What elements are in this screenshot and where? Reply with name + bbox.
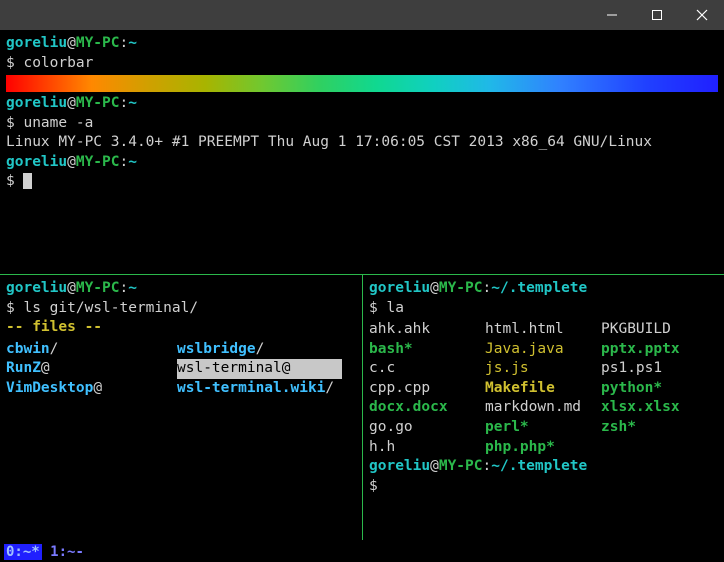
prompt-line: goreliu@MY-PC:~: [6, 153, 718, 173]
status-window-other[interactable]: 1:~-: [50, 544, 84, 560]
list-item: bash*: [369, 340, 477, 360]
list-item: PKGBUILD: [601, 320, 709, 340]
list-item: xlsx.xlsx: [601, 398, 709, 418]
ls-output: cbwin/RunZ@VimDesktop@ wslbridge/wsl-ter…: [6, 340, 356, 399]
prompt-line: goreliu@MY-PC:~: [6, 279, 356, 299]
list-item: c.c: [369, 359, 477, 379]
prompt-line: goreliu@MY-PC:~/.templete: [369, 457, 718, 477]
list-item[interactable]: wsl-terminal@: [177, 359, 342, 379]
list-item: zsh*: [601, 418, 709, 438]
close-button[interactable]: [679, 0, 724, 30]
list-item[interactable]: RunZ@: [6, 359, 171, 379]
list-item[interactable]: wsl-terminal.wiki/: [177, 379, 342, 399]
command-text: ls git/wsl-terminal/: [23, 300, 198, 316]
list-item: markdown.md: [485, 398, 593, 418]
list-item: Java.java: [485, 340, 593, 360]
uname-output: Linux MY-PC 3.4.0+ #1 PREEMPT Thu Aug 1 …: [6, 133, 718, 153]
command-line[interactable]: $: [369, 477, 718, 497]
split-container: goreliu@MY-PC:~ $ ls git/wsl-terminal/ -…: [0, 274, 724, 540]
window-titlebar: [0, 0, 724, 30]
ls-column: cbwin/RunZ@VimDesktop@: [6, 340, 171, 399]
list-item[interactable]: VimDesktop@: [6, 379, 171, 399]
status-window-active[interactable]: 0:~*: [4, 544, 42, 560]
list-item[interactable]: wslbridge/: [177, 340, 342, 360]
prompt-line: goreliu@MY-PC:~: [6, 94, 718, 114]
prompt-path: ~: [128, 35, 137, 51]
list-item: cpp.cpp: [369, 379, 477, 399]
la-column: html.htmlJava.javajs.jsMakefilemarkdown.…: [485, 320, 593, 457]
list-item: php.php*: [485, 438, 593, 458]
command-text: uname -a: [23, 115, 93, 131]
list-item: python*: [601, 379, 709, 399]
command-text: la: [386, 300, 403, 316]
la-output: ahk.ahkbash*c.ccpp.cppdocx.docxgo.goh.h …: [369, 320, 718, 457]
list-item: go.go: [369, 418, 477, 438]
list-item: perl*: [485, 418, 593, 438]
colorbar-output: [6, 75, 718, 92]
command-line: $ colorbar: [6, 54, 718, 74]
terminal-right-pane[interactable]: goreliu@MY-PC:~/.templete $ la ahk.ahkba…: [362, 275, 724, 540]
prompt-user: goreliu: [6, 35, 67, 51]
prompt-host: MY-PC: [76, 35, 120, 51]
files-label: -- files --: [6, 318, 356, 338]
la-column: ahk.ahkbash*c.ccpp.cppdocx.docxgo.goh.h: [369, 320, 477, 457]
terminal-left-pane[interactable]: goreliu@MY-PC:~ $ ls git/wsl-terminal/ -…: [0, 275, 362, 540]
list-item[interactable]: cbwin/: [6, 340, 171, 360]
command-text: colorbar: [23, 55, 93, 71]
command-line[interactable]: $: [6, 172, 718, 192]
minimize-button[interactable]: [589, 0, 634, 30]
tmux-statusbar[interactable]: 0:~* 1:~-: [0, 542, 724, 562]
ls-column: wslbridge/wsl-terminal@wsl-terminal.wiki…: [177, 340, 342, 399]
list-item: ps1.ps1: [601, 359, 709, 379]
command-line: $ uname -a: [6, 114, 718, 134]
list-item: js.js: [485, 359, 593, 379]
la-column: PKGBUILDpptx.pptxps1.ps1python*xlsx.xlsx…: [601, 320, 709, 457]
prompt-line: goreliu@MY-PC:~: [6, 34, 718, 54]
list-item: ahk.ahk: [369, 320, 477, 340]
command-line: $ la: [369, 299, 718, 319]
list-item: html.html: [485, 320, 593, 340]
maximize-button[interactable]: [634, 0, 679, 30]
list-item: h.h: [369, 438, 477, 458]
list-item: docx.docx: [369, 398, 477, 418]
cursor-icon: [23, 173, 32, 189]
list-item: pptx.pptx: [601, 340, 709, 360]
command-line: $ ls git/wsl-terminal/: [6, 299, 356, 319]
terminal-top-pane[interactable]: goreliu@MY-PC:~ $ colorbar goreliu@MY-PC…: [0, 30, 724, 274]
list-item: Makefile: [485, 379, 593, 399]
prompt-line: goreliu@MY-PC:~/.templete: [369, 279, 718, 299]
